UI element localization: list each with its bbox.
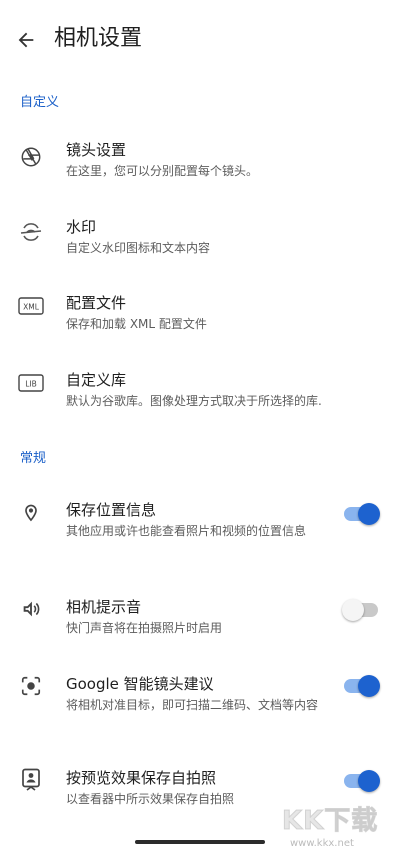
lens-scan-icon [18,673,44,699]
switch-thumb [342,599,364,621]
pref-title: 镜头设置 [66,141,127,159]
selfie-portrait-icon [18,767,44,793]
shutter-sound-toggle[interactable] [342,597,378,623]
switch-thumb [358,675,380,697]
pref-title: Google 智能镜头建议 [66,675,214,693]
pref-title: 相机提示音 [66,598,142,616]
watermark-url: www.kkx.net [290,838,354,849]
pref-title: 配置文件 [66,294,127,312]
page-title: 相机设置 [54,26,143,51]
section-header-general: 常规 [20,451,47,466]
pref-watermark[interactable]: 水印 自定义水印图标和文本内容 [0,217,400,269]
gesture-nav-handle[interactable] [135,840,265,844]
pref-summary: 默认为谷歌库。图像处理方式取决于所选择的库. [66,394,322,408]
switch-thumb [358,503,380,525]
pref-custom-library[interactable]: LIB 自定义库 默认为谷歌库。图像处理方式取决于所选择的库. [0,370,400,422]
pref-summary: 在这里，您可以分别配置每个镜头。 [66,164,259,178]
site-watermark: KK下载 www.kkx.net [281,800,394,856]
section-header-custom: 自定义 [20,95,60,110]
pref-lens-suggestions[interactable]: Google 智能镜头建议 将相机对准目标，即可扫描二维码、文档等内容 [0,674,400,736]
pref-summary: 将相机对准目标，即可扫描二维码、文档等内容 [66,698,319,712]
selfie-preview-toggle[interactable] [344,768,380,794]
location-toggle[interactable] [344,501,380,527]
pref-save-location[interactable]: 保存位置信息 其他应用或许也能查看照片和视频的位置信息 [0,500,400,562]
pref-lens-settings[interactable]: 镜头设置 在这里，您可以分别配置每个镜头。 [0,140,400,192]
pref-summary: 其他应用或许也能查看照片和视频的位置信息 [66,524,307,538]
pref-config-file[interactable]: XML 配置文件 保存和加载 XML 配置文件 [0,293,400,345]
pref-title: 自定义库 [66,371,127,389]
lib-icon: LIB [18,370,44,396]
switch-thumb [358,770,380,792]
volume-icon [18,596,44,622]
lib-badge-text: LIB [25,380,37,389]
app-bar: 相机设置 [0,0,400,80]
pref-summary: 快门声音将在拍摄照片时启用 [66,621,223,635]
xml-badge-text: XML [23,303,40,312]
lens-suggestions-toggle[interactable] [344,673,380,699]
pref-summary: 自定义水印图标和文本内容 [66,241,211,255]
location-pin-icon [18,500,44,526]
pref-summary: 保存和加载 XML 配置文件 [66,317,207,331]
watermark-logo-text: KK下载 [281,806,379,837]
pref-title: 按预览效果保存自拍照 [66,769,217,787]
xml-file-icon: XML [18,293,44,319]
pref-title: 保存位置信息 [66,501,157,519]
pref-title: 水印 [66,218,97,236]
watermark-icon [18,219,44,245]
pref-shutter-sound[interactable]: 相机提示音 快门声音将在拍摄照片时启用 [0,597,400,641]
arrow-back-icon [18,32,34,48]
aperture-icon [18,144,44,170]
back-button[interactable] [8,22,44,58]
